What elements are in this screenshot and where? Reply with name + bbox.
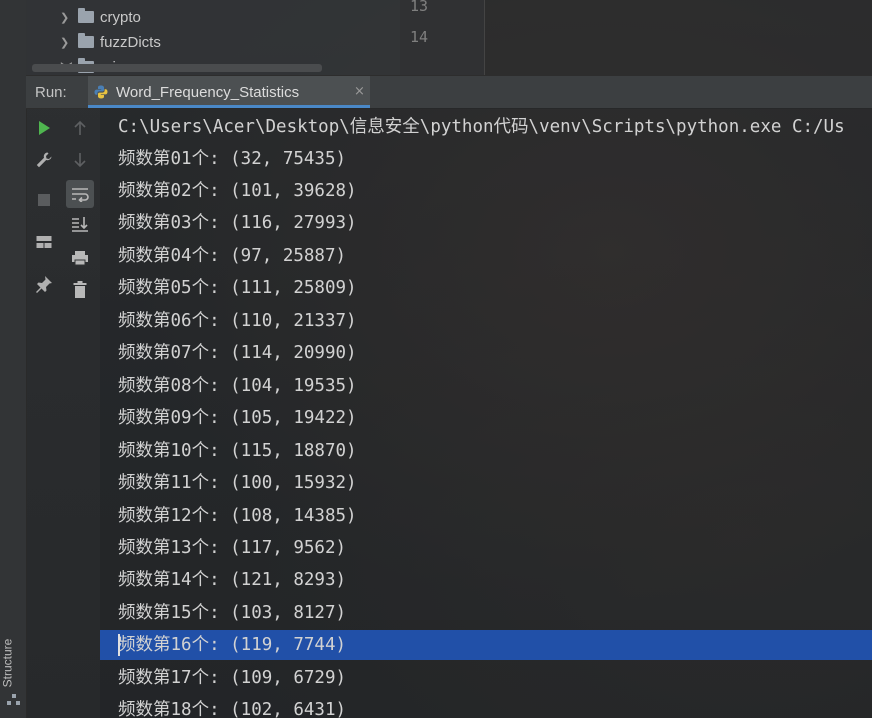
scroll-to-end-icon — [72, 217, 88, 232]
chevron-right-icon: ❯ — [60, 11, 70, 24]
structure-label: Structure — [0, 638, 15, 688]
stop-button[interactable] — [32, 188, 56, 212]
structure-icon — [7, 694, 20, 705]
run-tab-word-frequency[interactable]: Word_Frequency_Statistics × — [88, 76, 370, 108]
line-number: 14 — [410, 28, 429, 46]
chevron-right-icon: ❯ — [60, 36, 70, 49]
wrench-icon — [36, 152, 52, 168]
console-line: 频数第12个: (108, 14385) — [118, 506, 357, 526]
run-icon — [39, 121, 50, 135]
up-arrow-icon — [74, 120, 86, 135]
tree-item-crypto[interactable]: ❯ crypto — [60, 6, 141, 28]
console-line: 频数第07个: (114, 20990) — [118, 343, 357, 363]
command-line: C:\Users\Acer\Desktop\信息安全\python代码\venv… — [118, 117, 845, 137]
console-line: 频数第06个: (110, 21337) — [118, 311, 357, 331]
layout-icon — [36, 236, 52, 248]
console-line-selected: 频数第16个: (119, 7744) — [118, 635, 347, 655]
console-line: 频数第05个: (111, 25809) — [118, 278, 357, 298]
editor-gutter: 13 14 — [400, 0, 485, 75]
console-line: 频数第04个: (97, 25887) — [118, 246, 347, 266]
console-line: 频数第01个: (32, 75435) — [118, 149, 347, 169]
close-icon[interactable]: × — [354, 84, 365, 99]
scroll-up-button[interactable] — [68, 116, 92, 140]
soft-wrap-icon — [72, 188, 89, 202]
console-line: 频数第08个: (104, 19535) — [118, 376, 357, 396]
folder-icon — [78, 8, 94, 23]
console-line: 频数第18个: (102, 6431) — [118, 700, 347, 718]
console-line: 频数第15个: (103, 8127) — [118, 603, 347, 623]
console-output[interactable]: C:\Users\Acer\Desktop\信息安全\python代码\venv… — [100, 108, 872, 718]
soft-wrap-button[interactable] — [66, 180, 94, 208]
line-number: 13 — [410, 0, 429, 15]
pin-icon — [36, 276, 52, 293]
python-icon — [94, 85, 108, 99]
text-caret — [118, 634, 120, 656]
run-panel-header: Run: Word_Frequency_Statistics × — [26, 75, 872, 109]
run-label: Run: — [35, 84, 67, 101]
scroll-to-end-button[interactable] — [68, 212, 92, 236]
project-tree: ❯ crypto ❯ fuzzDicts ❯ misc — [26, 0, 400, 76]
run-tab-label: Word_Frequency_Statistics — [116, 84, 300, 101]
console-line: 频数第09个: (105, 19422) — [118, 408, 357, 428]
console-line: 频数第13个: (117, 9562) — [118, 538, 347, 558]
editor-area: 13 14 — [400, 0, 872, 75]
stop-icon — [38, 194, 50, 206]
tree-item-label: fuzzDicts — [100, 33, 161, 51]
tree-item-label: crypto — [100, 8, 141, 26]
left-tool-strip: Structure — [0, 0, 27, 718]
console-line: 频数第10个: (115, 18870) — [118, 441, 357, 461]
tree-item-fuzzdicts[interactable]: ❯ fuzzDicts — [60, 31, 161, 53]
pin-button[interactable] — [32, 272, 56, 296]
print-button[interactable] — [68, 246, 92, 270]
scroll-down-button[interactable] — [68, 148, 92, 172]
tree-horizontal-scrollbar[interactable] — [32, 64, 322, 72]
console-line: 频数第11个: (100, 15932) — [118, 473, 357, 493]
console-line: 频数第17个: (109, 6729) — [118, 668, 347, 688]
delete-icon — [73, 281, 87, 298]
run-button[interactable] — [32, 116, 56, 140]
layout-button[interactable] — [32, 230, 56, 254]
print-icon — [72, 251, 88, 266]
settings-button[interactable] — [32, 148, 56, 172]
console-line: 频数第02个: (101, 39628) — [118, 181, 357, 201]
console-line: 频数第14个: (121, 8293) — [118, 570, 347, 590]
down-arrow-icon — [74, 153, 86, 168]
folder-icon — [78, 33, 94, 48]
clear-all-button[interactable] — [68, 278, 92, 302]
console-line: 频数第03个: (116, 27993) — [118, 213, 357, 233]
structure-tab[interactable]: Structure — [0, 628, 25, 708]
ide-window: Structure ❯ crypto ❯ fuzzDicts ❯ misc — [0, 0, 872, 718]
